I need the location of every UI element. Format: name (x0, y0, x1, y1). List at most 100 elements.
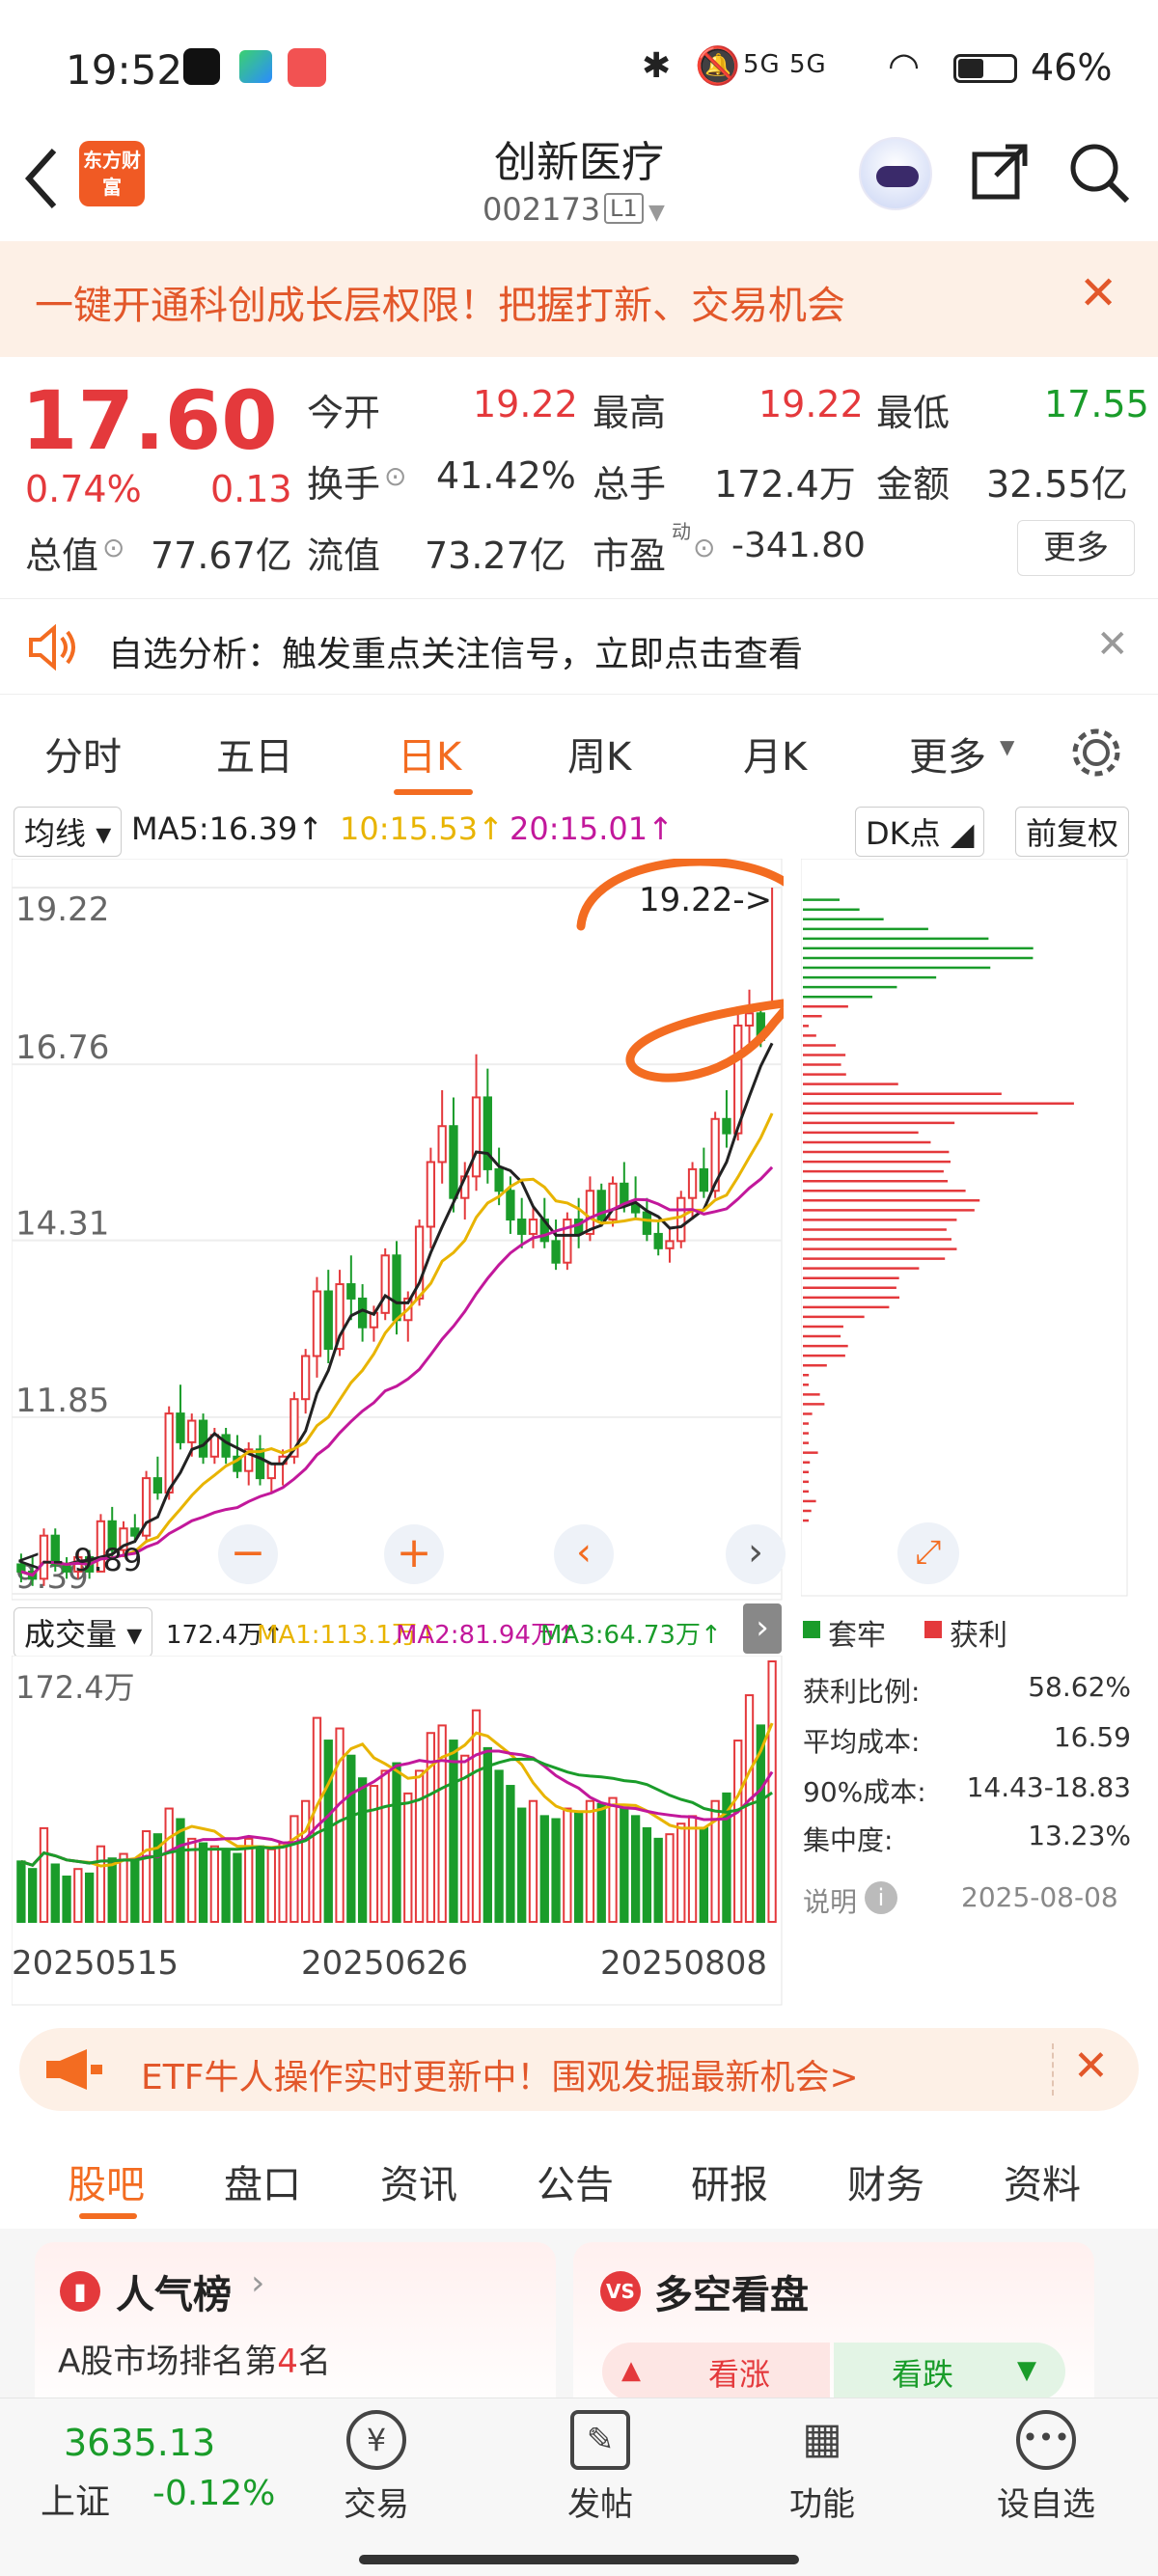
long-short-card[interactable]: VS 多空看盘 ▲ 看涨 看跌 ▼ (573, 2242, 1094, 2416)
chevron-right-icon[interactable]: › (251, 2263, 264, 2303)
nav-functions[interactable]: ▦ 功能 (774, 2410, 870, 2525)
chevron-down-icon[interactable]: ▼ (1000, 735, 1014, 758)
volume-bar (96, 1845, 106, 1924)
promo-banner-text[interactable]: 一键开通科创成长层权限！把握打新、交易机会 (35, 274, 845, 330)
ma-selector[interactable]: 均线 ▾ (14, 807, 123, 857)
volume-bar (198, 1842, 208, 1923)
indicator-selector[interactable]: 成交量 ▾ (14, 1607, 153, 1658)
tip-bar[interactable]: 自选分析：触发重点关注信号，立即点击查看 ✕ (0, 598, 1158, 695)
long-short-title[interactable]: 多空看盘 (654, 2263, 809, 2319)
tip-text[interactable]: 自选分析：触发重点关注信号，立即点击查看 (108, 626, 803, 676)
tab-weekly-k[interactable]: 周K (567, 726, 631, 781)
volume-bar (471, 1709, 482, 1923)
candle-body (482, 1096, 492, 1170)
chevron-down-icon[interactable]: ▼ (648, 201, 665, 225)
volume-toolbar: 成交量 ▾ 172.4万↑ MA1:113.1万↑ MA2:81.94万↑ MA… (0, 1602, 791, 1658)
volume-bar (107, 1857, 117, 1923)
volume-bar (528, 1799, 538, 1923)
nav-post[interactable]: ✎ 发帖 (552, 2410, 648, 2525)
volume-max-label: 172.4万 (15, 1669, 135, 1706)
float-value: 73.27亿 (425, 534, 566, 577)
dk-point-button[interactable]: DK点 ◢ (855, 807, 985, 857)
volume-bar (699, 1826, 709, 1924)
down-triangle-icon: ▼ (1017, 2356, 1036, 2385)
forward-adjust-button[interactable]: 前复权 (1015, 807, 1130, 857)
volume-bar (73, 1868, 83, 1923)
low-value: 17.55 (1044, 383, 1149, 425)
nav-add-watchlist[interactable]: ••• 设自选 (988, 2410, 1104, 2525)
promo-banner[interactable]: 一键开通科创成长层权限！把握打新、交易机会 ✕ (0, 241, 1158, 357)
volume-bar (403, 1792, 413, 1923)
speaker-icon (29, 624, 75, 671)
tab-five-day[interactable]: 五日 (216, 726, 293, 781)
tab-research[interactable]: 研报 (691, 2153, 768, 2209)
bull-button[interactable]: ▲ 看涨 (602, 2343, 830, 2400)
legend-trapped-label: 套牢 (828, 1619, 886, 1653)
candle-body (665, 1240, 675, 1249)
info-icon[interactable]: i (865, 1881, 897, 1914)
tab-news[interactable]: 资讯 (380, 2153, 457, 2209)
status-time: 19:52 (66, 46, 183, 94)
index-change[interactable]: -0.12% (152, 2474, 275, 2513)
zoom-in-button[interactable]: + (384, 1524, 444, 1584)
volume-bar (187, 1837, 197, 1924)
pe-dynamic-marker: 动 (672, 520, 691, 543)
legend-profit-swatch (924, 1621, 942, 1638)
info-icon[interactable]: ⊙ (102, 532, 124, 563)
bear-button[interactable]: 看跌 ▼ (834, 2343, 1065, 2400)
volume-chart: 172.4万 20250515 20250626 20250808 (12, 1656, 783, 2006)
ai-assistant-avatar[interactable] (859, 137, 932, 210)
popularity-title[interactable]: 人气榜 (116, 2263, 232, 2319)
tab-monthly-k[interactable]: 月K (743, 726, 807, 781)
volume-bar (16, 1860, 26, 1924)
brand-logo[interactable]: 东方财富 (79, 141, 145, 206)
ma10-readout: 10:15.53↑ (340, 810, 504, 847)
candlestick-chart[interactable]: 19.2216.7614.3111.859.3919.22-><-- 9.89 (12, 859, 784, 1602)
nav-trade[interactable]: ¥ 交易 (328, 2410, 425, 2525)
volume-bar (301, 1799, 311, 1923)
candle-body (209, 1434, 219, 1458)
info-icon[interactable]: ⊙ (384, 460, 406, 492)
back-arrow-icon[interactable] (19, 145, 62, 212)
etf-banner-text[interactable]: ETF牛人操作实时更新中！围观发掘最新机会> (141, 2049, 859, 2099)
tab-more[interactable]: 更多 (909, 726, 986, 781)
tab-financials[interactable]: 财务 (847, 2153, 924, 2209)
index-name[interactable]: 上证 (41, 2474, 110, 2524)
etf-banner[interactable]: ETF牛人操作实时更新中！围观发掘最新机会> ✕ (19, 2028, 1139, 2111)
scroll-right-button[interactable]: › (726, 1524, 786, 1584)
yen-icon: ¥ (346, 2410, 406, 2470)
chip-stat-value: 16.59 (1053, 1721, 1131, 1753)
pe-value: -341.80 (731, 526, 866, 565)
zoom-out-button[interactable]: − (218, 1524, 278, 1584)
popularity-card[interactable]: ▮ 人气榜 › A股市场排名第4名 (35, 2242, 556, 2416)
tab-profile[interactable]: 资料 (1004, 2153, 1081, 2209)
more-button[interactable]: 更多 (1017, 520, 1135, 576)
index-value[interactable]: 3635.13 (64, 2422, 215, 2464)
close-icon[interactable]: ✕ (1096, 622, 1129, 667)
share-icon[interactable] (969, 141, 1031, 203)
note-label[interactable]: 说明 (803, 1881, 857, 1920)
volume-bar (642, 1826, 652, 1924)
chevron-right-icon[interactable]: › (743, 1603, 782, 1654)
close-icon[interactable]: ✕ (1073, 2042, 1109, 2091)
battery-percent: 46% (1031, 46, 1113, 89)
chip-stat-row: 平均成本: 16.59 (803, 1721, 1131, 1760)
tab-announcements[interactable]: 公告 (537, 2153, 614, 2209)
info-icon[interactable]: ⊙ (693, 532, 715, 563)
volume-bar (608, 1796, 618, 1923)
volume-bar (130, 1860, 140, 1924)
volume-bar (39, 1826, 49, 1924)
tab-daily-k[interactable]: 日K (398, 726, 461, 781)
volume-bar (380, 1769, 390, 1924)
tab-order-book[interactable]: 盘口 (224, 2153, 301, 2209)
close-icon[interactable]: ✕ (1079, 266, 1117, 320)
volume-bar (574, 1812, 584, 1924)
scroll-left-button[interactable]: ‹ (554, 1524, 614, 1584)
expand-icon[interactable]: ⤢ (897, 1522, 959, 1584)
gear-icon[interactable] (1067, 724, 1125, 781)
search-icon[interactable] (1067, 141, 1131, 205)
price-axis-label: 16.76 (15, 1028, 109, 1067)
candle-body (506, 1190, 515, 1221)
tab-forum[interactable]: 股吧 (68, 2153, 145, 2209)
tab-intraday[interactable]: 分时 (44, 726, 122, 781)
